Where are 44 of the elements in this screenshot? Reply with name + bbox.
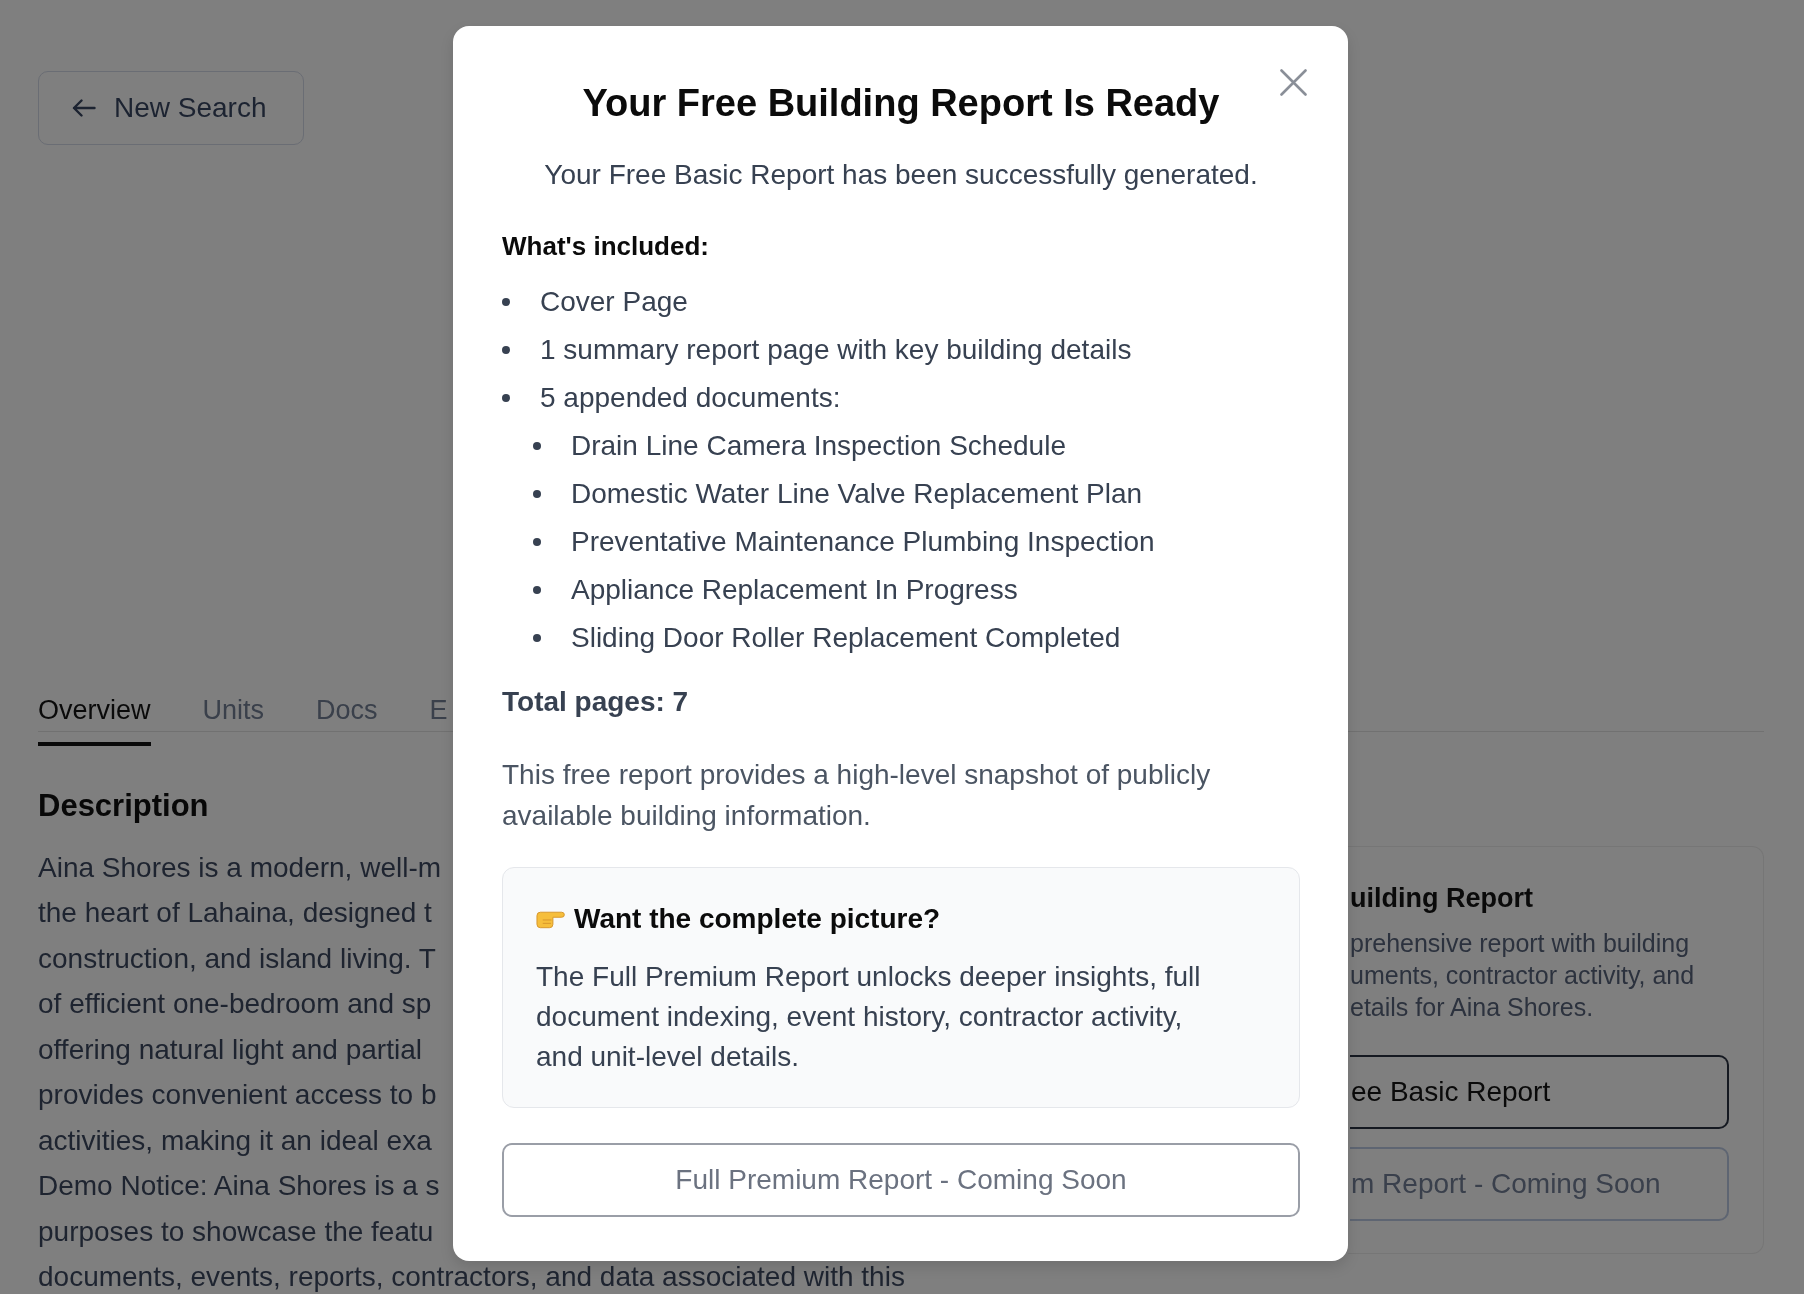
list-item-text: 1 summary report page with key building details [540, 334, 1132, 366]
close-icon[interactable] [1280, 69, 1307, 96]
description-line: offering natural light and partial [38, 1034, 422, 1065]
tab[interactable]: Units [202, 692, 265, 746]
list-item-text: 5 appended documents: [540, 382, 841, 414]
list-item-text: Drain Line Camera Inspection Schedule [571, 430, 1066, 462]
callout-text: The Full Premium Report unlocks deeper insights, full document indexing, event history, contractor activity, and unit-level details. [536, 959, 1202, 1074]
note-text: This free report provides a high-level snapshot of publicly available building information. [502, 757, 1212, 833]
description-line: the heart of Lahaina, designed t [38, 898, 432, 929]
list-item-text: Preventative Maintenance Plumbing Inspection [571, 526, 1155, 558]
bullet-icon [502, 298, 510, 306]
bullet-icon [533, 634, 541, 642]
dialog-subtitle: Your Free Basic Report has been successfully generated. [543, 158, 1259, 192]
bullet-icon [502, 346, 510, 354]
section-heading: Description [38, 787, 209, 825]
tab[interactable]: Docs [316, 692, 378, 746]
list-item-text: Sliding Door Roller Replacement Completed [571, 622, 1121, 654]
new-search-button[interactable]: New Search [38, 71, 304, 145]
description-line: of efficient one-bedroom and sp [38, 989, 432, 1020]
bullet-icon [502, 394, 510, 402]
card-heading: uilding Report [1350, 882, 1533, 915]
description-line: documents, events, reports, contractors, and data associated with this [38, 1262, 905, 1293]
included-heading: What's included: [502, 230, 709, 263]
description-line: provides convenient access to b [38, 1080, 437, 1111]
callout-heading: Want the complete picture? [574, 901, 941, 936]
description-line: construction, and island living. T [38, 943, 436, 974]
description-line: Aina Shores is a modern, well-m [38, 852, 442, 883]
dialog-title: Your Free Building Report Is Ready [581, 81, 1221, 126]
tab[interactable]: Overview [38, 692, 151, 746]
bullet-icon [533, 490, 541, 498]
card-description: prehensive report with building uments, contractor activity, and etails for Aina Shores. [1350, 928, 1695, 1023]
report-button[interactable]: ee Basic Report [1350, 1055, 1729, 1129]
list-item-text: Appliance Replacement In Progress [571, 574, 1018, 606]
list-item-text: Cover Page [540, 286, 688, 318]
total-pages-text: Total pages: 7 [502, 685, 689, 719]
bullet-icon [533, 538, 541, 546]
tab[interactable]: E [429, 692, 448, 746]
list-item-text: Domestic Water Line Valve Replacement Plan [571, 478, 1143, 510]
bullet-icon [533, 586, 541, 594]
description-line: Demo Notice: Aina Shores is a s [38, 1171, 440, 1202]
description-line: purposes to showcase the featu [38, 1216, 434, 1247]
arrow-left-icon [72, 99, 96, 117]
bullet-icon [533, 442, 541, 450]
description-line: activities, making it an ideal exa [38, 1125, 432, 1156]
